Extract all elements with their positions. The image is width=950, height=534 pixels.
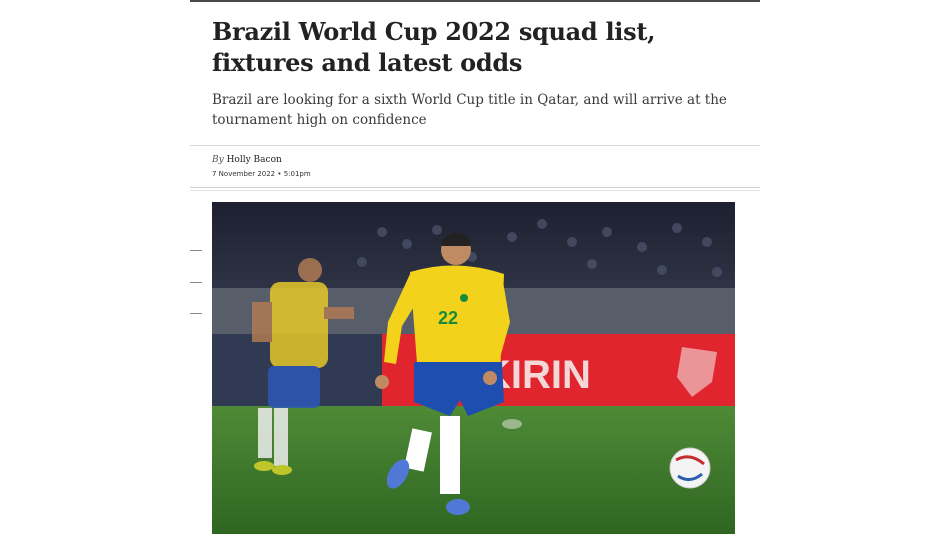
shirt-number: 22 <box>438 308 458 328</box>
hero-photo-illustration: KIRIN 22 <box>212 202 735 534</box>
share-button[interactable] <box>190 313 202 314</box>
top-border <box>190 0 760 2</box>
share-button[interactable] <box>190 282 202 283</box>
author-link[interactable]: Holly Bacon <box>227 155 282 165</box>
divider <box>190 145 760 146</box>
byline: By Holly Bacon <box>212 155 282 165</box>
divider <box>190 190 760 191</box>
publish-date: 7 November 2022 • 5:01pm <box>212 170 311 178</box>
football <box>669 447 711 489</box>
hero-image: KIRIN 22 <box>212 202 735 534</box>
divider <box>190 187 760 188</box>
share-button[interactable] <box>190 250 202 251</box>
article-standfirst: Brazil are looking for a sixth World Cup… <box>212 92 727 128</box>
distant-ball <box>502 419 522 429</box>
article-headline: Brazil World Cup 2022 squad list, fixtur… <box>212 17 656 77</box>
byline-prefix: By <box>212 155 224 165</box>
